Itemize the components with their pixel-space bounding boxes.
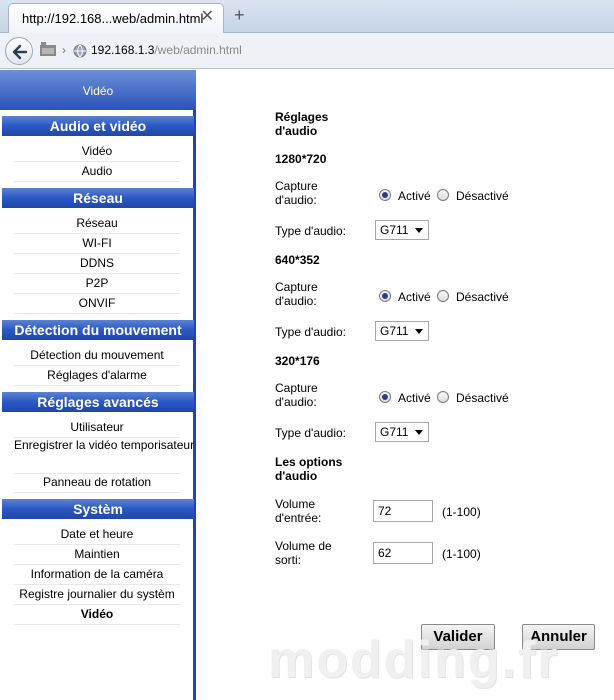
chevron-down-icon (415, 329, 423, 334)
audio-type-value-1: G711 (380, 223, 409, 237)
output-volume-label: Volume de sorti: (275, 539, 332, 567)
page-title: Réglages d'audio (275, 110, 329, 138)
url-field[interactable]: 192.168.1.3/web/admin.html (91, 43, 242, 57)
audio-type-label-2: Type d'audio: (275, 325, 347, 339)
capture-enabled-label-2: Activé (398, 290, 431, 304)
section-system: Systèm (2, 499, 194, 519)
resolution-640-header: 640*352 (275, 253, 320, 267)
section-network: Réseau (2, 188, 194, 208)
sidebar-item-motion-detection[interactable]: Détection du mouvement (14, 346, 180, 366)
sidebar-item-maintenance[interactable]: Maintien (14, 545, 180, 565)
chevron-down-icon (415, 430, 423, 435)
capture-enabled-label-3: Activé (398, 391, 431, 405)
capture-disabled-radio-3[interactable] (437, 391, 449, 403)
sidebar-item-onvif[interactable]: ONVIF (14, 294, 180, 314)
capture-label-1: Capture d'audio: (275, 179, 318, 207)
sidebar-item-user[interactable]: Utilisateur (14, 418, 180, 438)
admin-page: Vidéo Audio et vidéo Vidéo Audio Réseau … (0, 70, 614, 700)
sidebar-item-alarm-settings[interactable]: Réglages d'alarme (14, 366, 180, 386)
sidebar-item-camera-info[interactable]: Information de la caméra (14, 565, 180, 585)
browser-tab[interactable]: http://192.168...web/admin.html ✕ (8, 3, 224, 33)
address-bar: › 192.168.1.3/web/admin.html (0, 33, 614, 69)
capture-disabled-label-2: Désactivé (456, 290, 509, 304)
tab-bar: http://192.168...web/admin.html ✕ + (0, 0, 614, 33)
section-audio-video: Audio et vidéo (2, 116, 194, 136)
sidebar-item-system-log[interactable]: Registre journalier du systèm (14, 585, 180, 605)
sidebar-item-wifi[interactable]: WI-FI (14, 234, 180, 254)
sidebar-item-record-timer[interactable]: Enregistrer la vidéo temporisateur (14, 438, 194, 474)
tab-title: http://192.168...web/admin.html (22, 11, 204, 26)
sidebar-item-audio[interactable]: Audio (14, 162, 180, 182)
new-tab-icon[interactable]: + (234, 5, 245, 25)
capture-disabled-radio-1[interactable] (437, 189, 449, 201)
capture-disabled-radio-2[interactable] (437, 290, 449, 302)
apps-icon[interactable] (40, 42, 56, 56)
sidebar-item-video-active[interactable]: Vidéo (14, 605, 180, 625)
input-volume-field[interactable]: 72 (373, 500, 433, 522)
capture-enabled-radio-1[interactable] (379, 189, 391, 201)
back-button[interactable] (5, 37, 33, 65)
capture-disabled-label-1: Désactivé (456, 189, 509, 203)
close-tab-icon[interactable]: ✕ (201, 9, 214, 25)
audio-type-select-1[interactable]: G711 (375, 220, 429, 240)
audio-type-value-2: G711 (380, 324, 409, 338)
sidebar-item-video[interactable]: Vidéo (14, 142, 180, 162)
output-volume-field[interactable]: 62 (373, 542, 433, 564)
globe-icon (73, 44, 87, 58)
sidebar-item-network[interactable]: Réseau (14, 214, 180, 234)
sidebar-item-date-time[interactable]: Date et heure (14, 525, 180, 545)
capture-label-3: Capture d'audio: (275, 381, 318, 409)
capture-label-2: Capture d'audio: (275, 280, 318, 308)
separator-icon: › (62, 43, 66, 57)
section-motion-detection: Détection du mouvement (2, 320, 194, 340)
audio-type-value-3: G711 (380, 425, 409, 439)
url-host: 192.168.1.3 (91, 43, 155, 57)
audio-type-select-3[interactable]: G711 (375, 422, 429, 442)
sidebar-item-p2p[interactable]: P2P (14, 274, 180, 294)
sidebar-item-rotation-panel[interactable]: Panneau de rotation (14, 473, 180, 493)
capture-enabled-radio-2[interactable] (379, 290, 391, 302)
url-path: /web/admin.html (154, 43, 242, 57)
output-volume-range: (1-100) (442, 547, 481, 561)
input-volume-range: (1-100) (442, 505, 481, 519)
audio-type-label-1: Type d'audio: (275, 224, 347, 238)
audio-settings-panel: Réglages d'audio 1280*720 Capture d'audi… (199, 70, 614, 700)
back-arrow-icon (12, 44, 28, 60)
chevron-down-icon (415, 228, 423, 233)
audio-options-header: Les options d'audio (275, 455, 343, 483)
sidebar: Vidéo Audio et vidéo Vidéo Audio Réseau … (0, 70, 196, 700)
watermark-logo: modding.fr (268, 631, 560, 689)
input-volume-label: Volume d'entrée: (275, 497, 322, 525)
section-advanced-settings: Réglages avancés (2, 392, 194, 412)
resolution-1280-header: 1280*720 (275, 152, 327, 166)
capture-enabled-label-1: Activé (398, 189, 431, 203)
audio-type-select-2[interactable]: G711 (375, 321, 429, 341)
sidebar-item-ddns[interactable]: DDNS (14, 254, 180, 274)
sidebar-header: Vidéo (0, 70, 196, 110)
audio-type-label-3: Type d'audio: (275, 426, 347, 440)
capture-disabled-label-3: Désactivé (456, 391, 509, 405)
capture-enabled-radio-3[interactable] (379, 391, 391, 403)
resolution-320-header: 320*176 (275, 354, 320, 368)
